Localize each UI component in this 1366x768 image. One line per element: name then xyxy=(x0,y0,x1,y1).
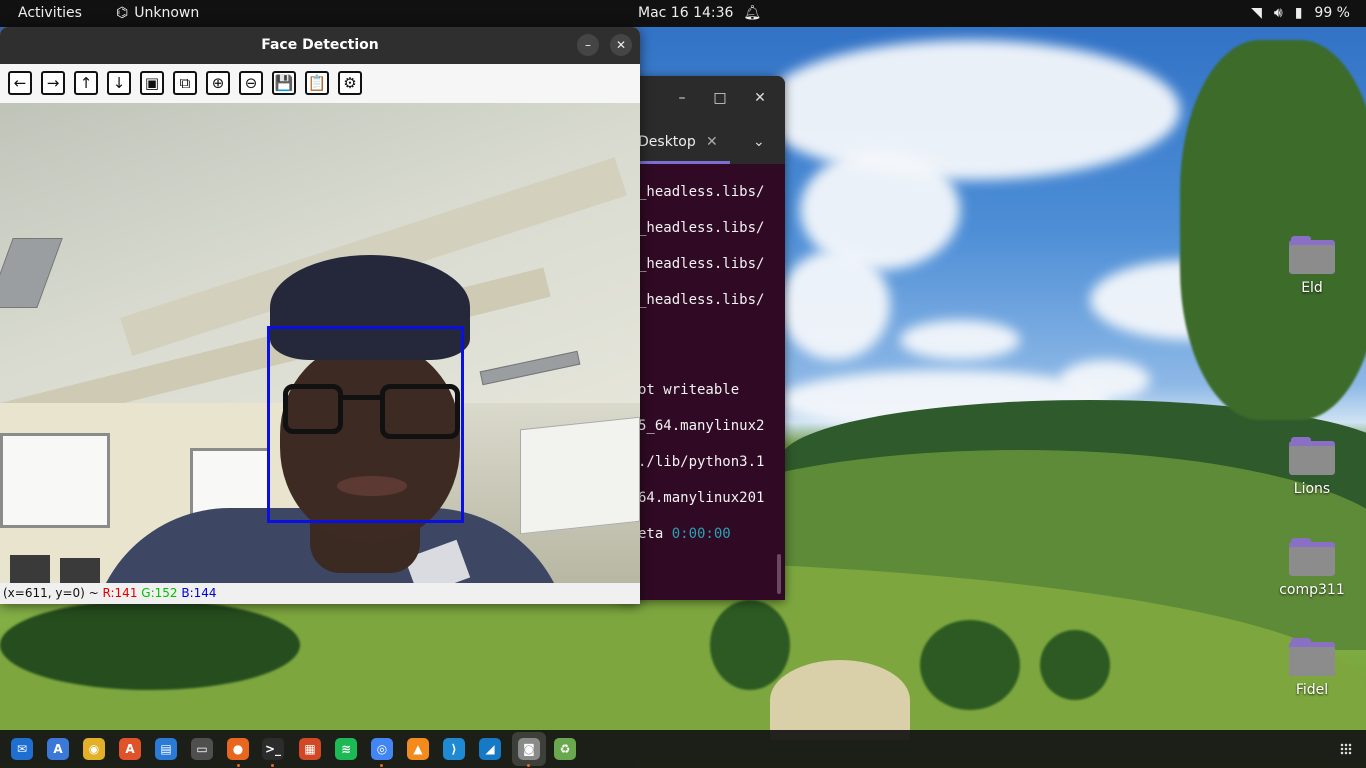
folder-icon xyxy=(1289,236,1335,274)
trash-icon[interactable]: ♻ xyxy=(554,738,576,760)
running-indicator xyxy=(380,764,383,767)
running-indicator xyxy=(271,764,274,767)
folder-icon xyxy=(1289,538,1335,576)
battery-icon: ▮ xyxy=(1294,5,1303,21)
copy-button[interactable]: 📋 xyxy=(305,71,329,95)
terminal-line: _headless.libs/ xyxy=(638,292,765,308)
terminal-tab-label: Desktop xyxy=(638,134,696,150)
writer-icon[interactable]: ▤ xyxy=(155,738,177,760)
terminal-icon[interactable]: >_ xyxy=(262,738,284,760)
top-bar: Activities ⌬ Unknown Mac 16 14:36 🔔︎ ◥ 🔊… xyxy=(0,0,1366,27)
minimize-icon[interactable]: – xyxy=(672,90,692,106)
system-tray[interactable]: ◥ 🔊︎ ▮ 99 % xyxy=(1251,5,1350,21)
folder-label: Lions xyxy=(1293,481,1331,497)
desktop-folder-eld[interactable]: Eld xyxy=(1267,236,1357,296)
classroom-window xyxy=(0,433,110,528)
vscode-icon[interactable]: ⟩ xyxy=(443,738,465,760)
notification-bell-icon: 🔔︎ xyxy=(743,5,762,21)
chair xyxy=(10,555,50,583)
webcam-frame[interactable] xyxy=(0,103,640,583)
terminal-line: ./lib/python3.1 xyxy=(638,454,765,470)
status-coords: (x=611, y=0) ~ xyxy=(3,586,103,600)
wifi-icon: ◥ xyxy=(1251,5,1262,21)
datetime-label: Mac 16 14:36 xyxy=(638,5,734,21)
terminal-line: eta 0:00:00 xyxy=(638,526,731,542)
terminal-window[interactable]: – □ ✕ Desktop ✕ ⌄ _headless.libs/ _headl… xyxy=(620,76,785,600)
running-indicator xyxy=(237,764,240,767)
desktop-folder-lions[interactable]: Lions xyxy=(1267,437,1357,497)
face-detection-titlebar[interactable]: Face Detection – ✕ xyxy=(0,27,640,64)
maximize-icon[interactable]: □ xyxy=(710,90,730,106)
vlc-icon[interactable]: ▲ xyxy=(407,738,429,760)
translate-icon[interactable]: A xyxy=(47,738,69,760)
activities-button[interactable]: Activities xyxy=(18,5,82,21)
folder-icon xyxy=(1289,638,1335,676)
pixel-status-bar: (x=611, y=0) ~ R:141 G:152 B:144 xyxy=(0,583,640,604)
face-detection-window[interactable]: Face Detection – ✕ ← → ↑ ↓ ▣ ⧉ ⊕ ⊖ 💾 📋 ⚙ xyxy=(0,27,640,604)
show-apps-grid-icon[interactable] xyxy=(1340,743,1352,755)
pan-left-button[interactable]: ← xyxy=(8,71,32,95)
zoom-in-button[interactable]: ⊕ xyxy=(206,71,230,95)
eta-prefix: eta xyxy=(638,526,672,542)
image-toolbar: ← → ↑ ↓ ▣ ⧉ ⊕ ⊖ 💾 📋 ⚙ xyxy=(0,64,640,103)
desktop-folder-comp311[interactable]: comp311 xyxy=(1267,538,1357,598)
terminal-line: _headless.libs/ xyxy=(638,220,765,236)
rhythmbox-icon[interactable]: ◉ xyxy=(83,738,105,760)
properties-button[interactable]: ⚙ xyxy=(338,71,362,95)
whiteboard xyxy=(520,416,640,535)
running-indicator xyxy=(527,764,530,767)
network-graph-icon: ⌬ xyxy=(116,5,129,21)
app-indicator[interactable]: ⌬ Unknown xyxy=(116,5,199,21)
terminal-tabbar: Desktop ✕ ⌄ xyxy=(620,124,785,164)
app-indicator-label: Unknown xyxy=(134,5,200,21)
terminal-titlebar[interactable]: – □ ✕ xyxy=(620,76,785,124)
status-blue: B:144 xyxy=(181,586,217,600)
pan-up-button[interactable]: ↑ xyxy=(74,71,98,95)
wireshark-icon[interactable]: ◢ xyxy=(479,738,501,760)
status-green: G:152 xyxy=(141,586,178,600)
close-button[interactable]: ✕ xyxy=(610,34,632,56)
terminal-scrollbar[interactable] xyxy=(777,554,781,594)
close-icon[interactable]: ✕ xyxy=(750,90,770,106)
window-title: Face Detection xyxy=(261,37,379,53)
status-red: R:141 xyxy=(102,586,138,600)
folder-icon xyxy=(1289,437,1335,475)
spotify-icon[interactable]: ≋ xyxy=(335,738,357,760)
clock-button[interactable]: Mac 16 14:36 🔔︎ xyxy=(638,5,761,21)
chair xyxy=(60,558,100,583)
pan-down-button[interactable]: ↓ xyxy=(107,71,131,95)
terminal-line: 64.manylinux201 xyxy=(638,490,765,506)
terminal-line: 5_64.manylinux2 xyxy=(638,418,765,434)
folder-label: Fidel xyxy=(1295,682,1329,698)
files-icon[interactable]: ▭ xyxy=(191,738,213,760)
zoom-reset-button[interactable]: ▣ xyxy=(140,71,164,95)
volume-icon: 🔊︎ xyxy=(1273,5,1283,21)
tab-close-icon[interactable]: ✕ xyxy=(706,134,718,150)
terminal-line: ot writeable xyxy=(638,382,740,398)
save-button[interactable]: 💾 xyxy=(272,71,296,95)
zoom-fit-button[interactable]: ⧉ xyxy=(173,71,197,95)
zoom-out-button[interactable]: ⊖ xyxy=(239,71,263,95)
pan-right-button[interactable]: → xyxy=(41,71,65,95)
desktop-folder-fidel[interactable]: Fidel xyxy=(1267,638,1357,698)
folder-label: Eld xyxy=(1301,280,1323,296)
eta-value: 0:00:00 xyxy=(671,526,731,542)
folder-label: comp311 xyxy=(1279,582,1345,598)
software-icon[interactable]: A xyxy=(119,738,141,760)
minimize-button[interactable]: – xyxy=(577,34,599,56)
terminal-line: _headless.libs/ xyxy=(638,256,765,272)
chrome-icon[interactable]: ◎ xyxy=(371,738,393,760)
firefox-icon[interactable]: ● xyxy=(227,738,249,760)
dock: ✉ A ◉ A ▤ ▭ ● >_ ▦ ≋ ◎ ▲ ⟩ ◢ ◙ ♻ xyxy=(0,730,1366,768)
terminal-line: _headless.libs/ xyxy=(638,184,765,200)
impress-icon[interactable]: ▦ xyxy=(299,738,321,760)
chevron-down-icon[interactable]: ⌄ xyxy=(753,134,765,150)
battery-percent: 99 % xyxy=(1314,5,1350,21)
thunderbird-icon[interactable]: ✉ xyxy=(11,738,33,760)
face-detection-app-icon[interactable]: ◙ xyxy=(518,738,540,760)
face-detection-box xyxy=(267,326,464,523)
